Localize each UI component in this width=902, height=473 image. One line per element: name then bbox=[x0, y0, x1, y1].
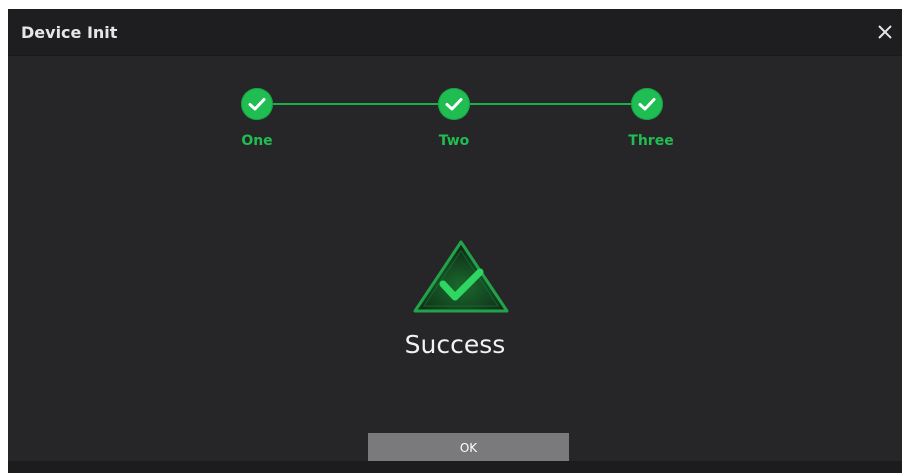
step-connector-2-3 bbox=[454, 103, 650, 105]
step-two-label: Two bbox=[438, 133, 470, 149]
step-two-check-icon bbox=[438, 88, 470, 120]
step-one-check-icon bbox=[241, 88, 273, 120]
success-message: Success bbox=[404, 330, 506, 359]
step-connector-1-2 bbox=[256, 103, 454, 105]
success-triangle-check-icon bbox=[412, 239, 510, 315]
ok-button[interactable]: OK bbox=[368, 433, 569, 461]
step-three-label: Three bbox=[628, 133, 674, 149]
step-three-check-icon bbox=[631, 88, 663, 120]
device-init-dialog: Device Init One Two Three Success OK bbox=[8, 9, 902, 473]
dialog-footer bbox=[8, 461, 902, 473]
step-one-label: One bbox=[241, 133, 273, 149]
progress-stepper: One Two Three bbox=[8, 9, 902, 169]
